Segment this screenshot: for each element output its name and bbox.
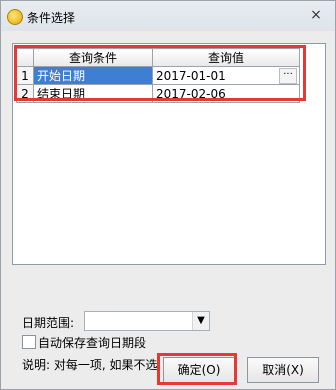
value-header: 查询值	[152, 48, 300, 67]
value-cell[interactable]: 2017-02-06	[152, 84, 300, 103]
dialog-body: 查询条件 查询值 1 开始日期 2017-01-01 ··· 2 结束日期 20…	[2, 31, 334, 388]
title-bar: 条件选择 ×	[1, 1, 335, 31]
row-number-header	[16, 48, 34, 67]
close-button[interactable]: ×	[305, 5, 327, 25]
autosave-checkbox[interactable]	[22, 335, 36, 349]
condition-cell[interactable]: 开始日期	[33, 66, 153, 85]
window-title: 条件选择	[27, 11, 76, 25]
date-range-label: 日期范围:	[22, 316, 75, 330]
autosave-label[interactable]: 自动保存查询日期段	[38, 334, 146, 351]
condition-header: 查询条件	[33, 48, 153, 67]
table-row[interactable]: 2 结束日期 2017-02-06	[16, 84, 300, 103]
table-row[interactable]: 1 开始日期 2017-01-01 ···	[16, 66, 300, 85]
ok-button[interactable]: 确定(O)	[163, 357, 235, 383]
cancel-button[interactable]: 取消(X)	[247, 357, 319, 383]
conditions-table: 查询条件 查询值 1 开始日期 2017-01-01 ··· 2 结束日期 20…	[16, 48, 300, 103]
row-number: 2	[16, 84, 34, 103]
row-number: 1	[16, 66, 34, 85]
ellipsis-button[interactable]: ···	[279, 68, 297, 84]
dialog-window: 条件选择 × 查询条件 查询值 1 开始日期 2017-01-01 ··· 2 …	[0, 0, 336, 390]
condition-cell[interactable]: 结束日期	[33, 84, 153, 103]
chevron-down-icon[interactable]: ▼	[192, 312, 209, 330]
value-text: 2017-01-01	[156, 68, 226, 83]
date-range-select[interactable]: ▼	[84, 311, 210, 331]
value-cell[interactable]: 2017-01-01 ···	[152, 66, 300, 85]
app-icon	[7, 9, 23, 25]
